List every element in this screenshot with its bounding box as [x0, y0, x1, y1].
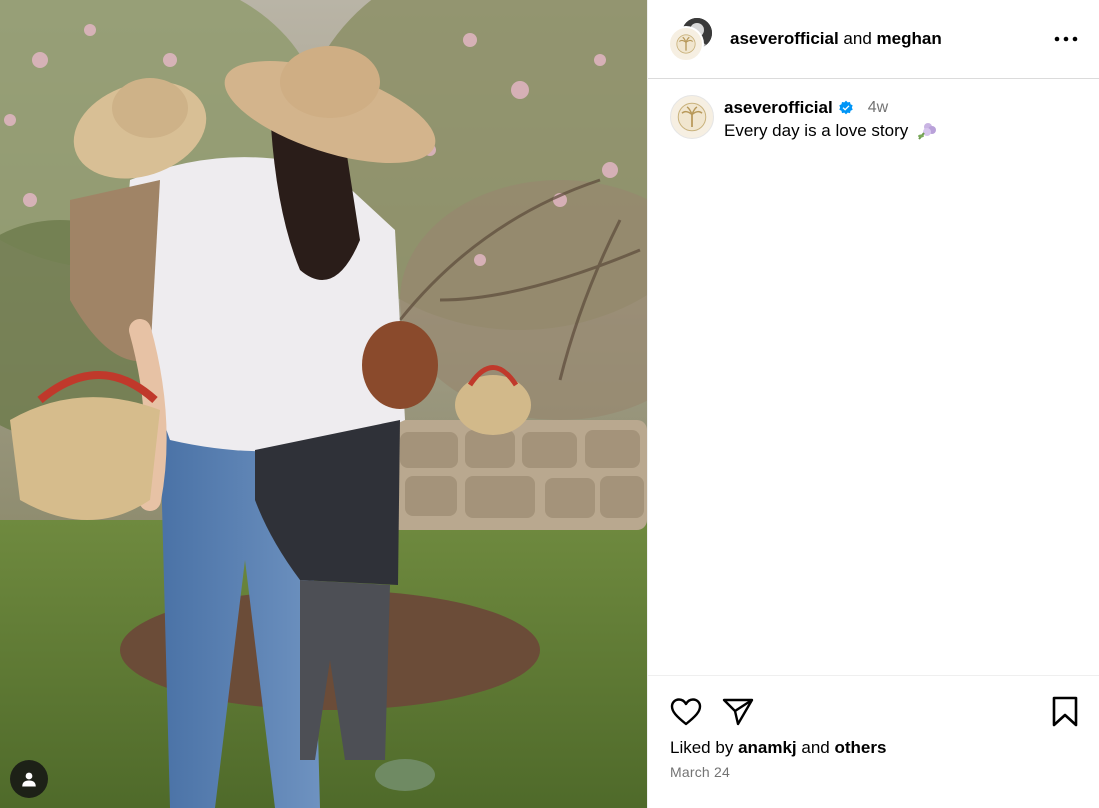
author-avatar[interactable]: [668, 26, 704, 62]
save-button[interactable]: [1051, 696, 1079, 728]
likes-others-link[interactable]: others: [835, 738, 887, 757]
likes-user[interactable]: anamkj: [738, 738, 797, 757]
post-authors: aseverofficial and meghan: [730, 29, 942, 49]
action-bar: [670, 694, 1079, 730]
coauthor-username[interactable]: meghan: [877, 29, 942, 48]
heart-icon: [670, 698, 702, 726]
more-options-button[interactable]: [1053, 26, 1079, 52]
caption-time[interactable]: 4w: [868, 99, 888, 117]
post-photo[interactable]: [0, 0, 647, 808]
post-header: aseverofficial and meghan: [648, 0, 1099, 79]
post-date[interactable]: March 24: [670, 764, 1079, 780]
caption-text: Every day is a love story: [724, 121, 909, 140]
likes-summary: Liked by anamkj and others: [670, 738, 1079, 758]
author-username[interactable]: aseverofficial: [730, 29, 839, 48]
palm-logo-icon: [677, 102, 707, 132]
post-modal: aseverofficial and meghan aseverofficial…: [0, 0, 1099, 808]
bookmark-icon: [1052, 696, 1078, 727]
photo-scene: [0, 0, 647, 808]
caption-username[interactable]: aseverofficial: [724, 98, 833, 118]
like-button[interactable]: [670, 697, 702, 727]
likes-prefix: Liked by: [670, 738, 734, 757]
comments-section: aseverofficial 4w Every day is a love st…: [648, 79, 1099, 675]
caption-avatar[interactable]: [670, 95, 714, 139]
paper-plane-icon: [722, 698, 754, 726]
post-actions-area: Liked by anamkj and others March 24: [648, 675, 1099, 808]
likes-conjunction: and: [801, 738, 830, 757]
user-tag-icon: [22, 772, 36, 787]
share-button[interactable]: [722, 697, 754, 727]
verified-badge-icon: [839, 100, 853, 115]
more-horizontal-icon: [1054, 36, 1078, 42]
authors-conjunction: and: [843, 29, 872, 48]
caption-text-row: Every day is a love story: [724, 121, 938, 141]
palm-logo-icon: [676, 34, 696, 54]
post-caption: aseverofficial 4w Every day is a love st…: [670, 95, 1079, 141]
flower-emoji-icon: [918, 123, 937, 140]
tagged-users-button[interactable]: [10, 760, 48, 798]
collab-avatars[interactable]: [668, 16, 714, 62]
post-sidebar: aseverofficial and meghan aseverofficial…: [647, 0, 1099, 808]
